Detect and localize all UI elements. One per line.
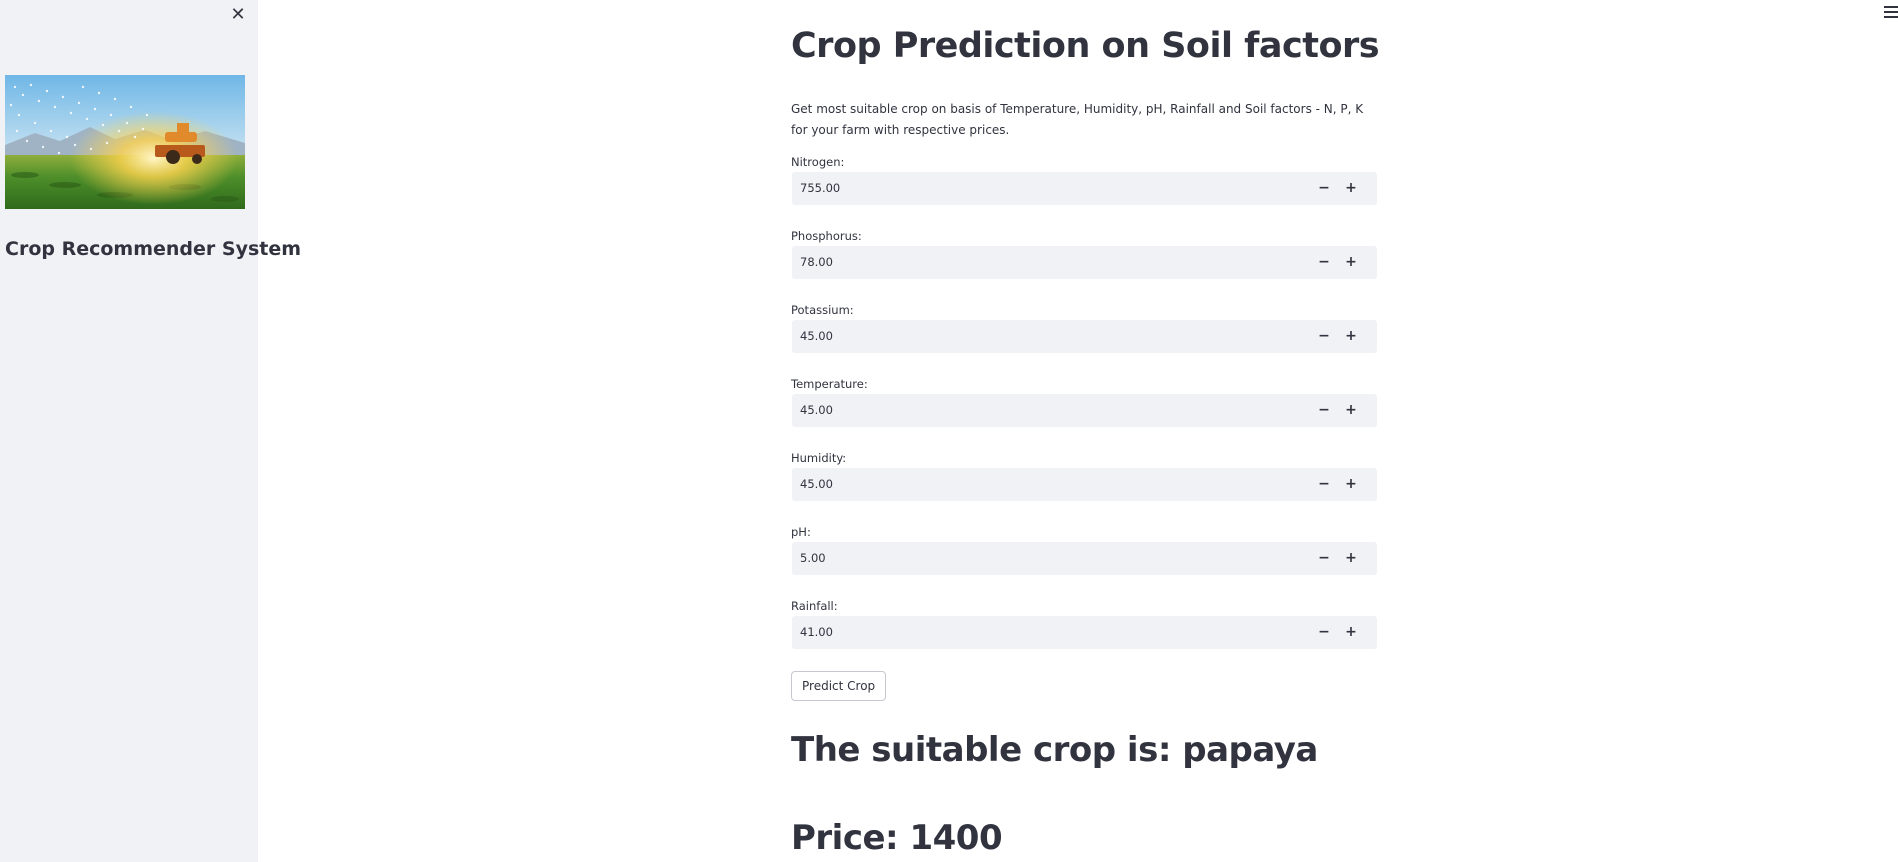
- rainfall-input[interactable]: 41.00 − +: [792, 616, 1377, 649]
- rainfall-increment-button[interactable]: +: [1339, 621, 1363, 644]
- ph-increment-button[interactable]: +: [1339, 547, 1363, 570]
- ph-value[interactable]: 5.00: [800, 551, 826, 565]
- temperature-label: Temperature:: [791, 377, 868, 391]
- predict-crop-button[interactable]: Predict Crop: [791, 671, 887, 701]
- humidity-increment-button[interactable]: +: [1339, 473, 1363, 496]
- potassium-decrement-button[interactable]: −: [1312, 325, 1336, 348]
- humidity-input[interactable]: 45.00 − +: [792, 468, 1377, 501]
- rainfall-decrement-button[interactable]: −: [1312, 621, 1336, 644]
- potassium-increment-button[interactable]: +: [1339, 325, 1363, 348]
- humidity-decrement-button[interactable]: −: [1312, 473, 1336, 496]
- temperature-decrement-button[interactable]: −: [1312, 399, 1336, 422]
- phosphorus-value[interactable]: 78.00: [800, 255, 833, 269]
- nitrogen-decrement-button[interactable]: −: [1312, 177, 1336, 200]
- nitrogen-increment-button[interactable]: +: [1339, 177, 1363, 200]
- rainfall-value[interactable]: 41.00: [800, 625, 833, 639]
- rainfall-label: Rainfall:: [791, 599, 838, 613]
- nitrogen-input[interactable]: 755.00 − +: [792, 172, 1377, 205]
- close-icon[interactable]: ✕: [228, 4, 248, 26]
- result-crop-heading: The suitable crop is: papaya: [791, 730, 1318, 770]
- potassium-value[interactable]: 45.00: [800, 329, 833, 343]
- humidity-value[interactable]: 45.00: [800, 477, 833, 491]
- page-title: Crop Prediction on Soil factors: [791, 26, 1380, 66]
- sidebar-title: Crop Recommender System: [5, 238, 302, 260]
- temperature-increment-button[interactable]: +: [1339, 399, 1363, 422]
- temperature-value[interactable]: 45.00: [800, 403, 833, 417]
- page-description: Get most suitable crop on basis of Tempe…: [791, 102, 1364, 137]
- potassium-label: Potassium:: [791, 303, 854, 317]
- nitrogen-value[interactable]: 755.00: [800, 181, 840, 195]
- result-price-heading: Price: 1400: [791, 818, 1003, 858]
- potassium-input[interactable]: 45.00 − +: [792, 320, 1377, 353]
- sidebar-image: [5, 75, 245, 209]
- phosphorus-input[interactable]: 78.00 − +: [792, 246, 1377, 279]
- ph-decrement-button[interactable]: −: [1312, 547, 1336, 570]
- nitrogen-label: Nitrogen:: [791, 155, 845, 169]
- phosphorus-label: Phosphorus:: [791, 229, 862, 243]
- ph-label: pH:: [791, 525, 811, 539]
- hamburger-menu-icon[interactable]: [1884, 6, 1898, 20]
- ph-input[interactable]: 5.00 − +: [792, 542, 1377, 575]
- humidity-label: Humidity:: [791, 451, 847, 465]
- sidebar: ✕ Crop Recommender System: [0, 0, 302, 862]
- temperature-input[interactable]: 45.00 − +: [792, 394, 1377, 427]
- phosphorus-increment-button[interactable]: +: [1339, 251, 1363, 274]
- phosphorus-decrement-button[interactable]: −: [1312, 251, 1336, 274]
